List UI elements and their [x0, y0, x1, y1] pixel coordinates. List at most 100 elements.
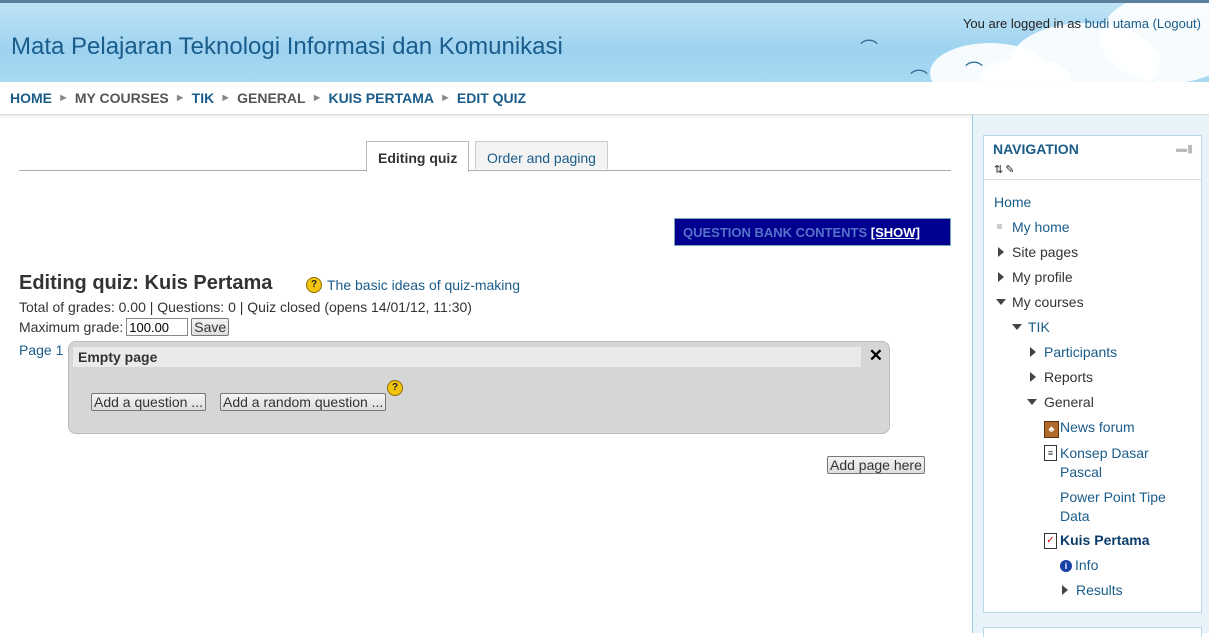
nav-label[interactable]: Participants — [1044, 344, 1117, 360]
question-bank-label: QUESTION BANK CONTENTS — [683, 225, 868, 240]
nav-item-tik[interactable]: TIK — [1028, 319, 1050, 335]
add-question-button[interactable]: Add a question ... — [91, 393, 206, 411]
nav-label[interactable]: Home — [994, 194, 1031, 210]
move-icon[interactable]: ⇅ — [994, 164, 1005, 176]
navigation-block: NAVIGATION ▬▮ ⇅✎ Home My home Site pages… — [983, 135, 1202, 613]
next-block — [983, 627, 1202, 637]
breadcrumb-separator-icon: ► — [220, 92, 232, 104]
nav-item-my-profile[interactable]: My profile — [1012, 269, 1073, 285]
login-info: You are logged in as budi utama (Logout) — [963, 16, 1201, 31]
breadcrumb-tik[interactable]: TIK — [192, 90, 215, 106]
sidebar: NAVIGATION ▬▮ ⇅✎ Home My home Site pages… — [972, 115, 1209, 637]
nav-item-reports[interactable]: Reports — [1044, 369, 1093, 385]
nav-item-news-forum[interactable]: News forum — [1060, 419, 1135, 435]
nav-label[interactable]: Results — [1076, 582, 1123, 598]
nav-label[interactable]: My home — [1012, 219, 1070, 235]
breadcrumb-kuis-pertama[interactable]: KUIS PERTAMA — [328, 90, 434, 106]
breadcrumb: HOME ► MY COURSES ► TIK ► GENERAL ► KUIS… — [0, 82, 1209, 115]
nav-item-participants[interactable]: Participants — [1044, 344, 1117, 360]
nav-label[interactable]: Power Point Tipe — [1060, 489, 1166, 505]
dock-icon[interactable]: ▬▮ — [1176, 142, 1193, 155]
nav-item-my-home[interactable]: My home — [1012, 219, 1070, 235]
nav-label[interactable]: News forum — [1060, 419, 1135, 435]
nav-label[interactable]: Info — [1075, 557, 1098, 573]
tab-label: Editing quiz — [378, 150, 458, 166]
chevron-right-icon[interactable] — [1030, 372, 1036, 382]
max-grade-label: Maximum grade: — [19, 319, 124, 335]
chevron-right-icon[interactable] — [998, 247, 1004, 257]
nav-item-power-point[interactable]: Power Point Tipe Data — [1060, 488, 1166, 526]
breadcrumb-edit-quiz[interactable]: EDIT QUIZ — [457, 90, 526, 106]
edit-icon[interactable]: ✎ — [1005, 164, 1016, 176]
nav-label: General — [1044, 394, 1094, 410]
document-icon: ≡ — [1044, 445, 1057, 461]
nav-label[interactable]: Pascal — [1060, 464, 1102, 480]
nav-item-general[interactable]: General — [1044, 394, 1094, 410]
logout-link[interactable]: (Logout) — [1153, 16, 1201, 31]
breadcrumb-home[interactable]: HOME — [10, 90, 52, 106]
nav-label[interactable]: Kuis Pertama — [1060, 532, 1149, 548]
close-icon[interactable]: ✕ — [869, 346, 883, 366]
block-controls: ⇅✎ — [994, 163, 1016, 176]
add-page-button[interactable]: Add page here — [827, 456, 925, 474]
tab-bar: Editing quiz Order and paging — [19, 139, 951, 172]
breadcrumb-separator-icon: ► — [174, 92, 186, 104]
main-content: Editing quiz Order and paging QUESTION B… — [0, 115, 972, 633]
nav-label[interactable]: TIK — [1028, 319, 1050, 335]
save-button[interactable]: Save — [191, 318, 230, 336]
nav-item-my-courses[interactable]: My courses — [1012, 294, 1084, 310]
breadcrumb-my-courses: MY COURSES — [74, 90, 169, 106]
bird-decoration: ⌒ — [965, 61, 983, 82]
nav-label: My courses — [1012, 294, 1084, 310]
site-title: Mata Pelajaran Teknologi Informasi dan K… — [11, 33, 563, 60]
help-link-text[interactable]: The basic ideas of quiz-making — [327, 277, 520, 293]
chevron-down-icon[interactable] — [1027, 399, 1037, 405]
breadcrumb-general: GENERAL — [237, 90, 306, 106]
user-link[interactable]: budi utama — [1085, 16, 1149, 31]
help-icon[interactable]: ? — [387, 380, 403, 396]
nav-item-site-pages[interactable]: Site pages — [1012, 244, 1078, 260]
question-bank-show-link[interactable]: [SHOW] — [871, 225, 920, 240]
quiz-page-box: Empty page ✕ Add a question ... Add a ra… — [68, 341, 890, 434]
quiz-icon: ✓ — [1044, 533, 1057, 549]
help-link[interactable]: ? The basic ideas of quiz-making — [306, 277, 520, 293]
max-grade-row: Maximum grade: Save — [19, 318, 230, 336]
login-prefix: You are logged in as — [962, 16, 1081, 31]
nav-item-info[interactable]: Info — [1075, 557, 1098, 573]
bird-decoration: ⌒ — [860, 39, 878, 60]
max-grade-input[interactable] — [126, 318, 189, 336]
chevron-down-icon[interactable] — [996, 299, 1006, 305]
nav-label[interactable]: Data — [1060, 508, 1090, 524]
nav-label: Reports — [1044, 369, 1094, 385]
chevron-right-icon[interactable] — [998, 272, 1004, 282]
navigation-title: NAVIGATION — [993, 141, 1079, 157]
info-icon: i — [1060, 560, 1072, 572]
tab-order-and-paging[interactable]: Order and paging — [475, 141, 608, 169]
chevron-right-icon[interactable] — [1030, 347, 1036, 357]
divider — [984, 179, 1201, 180]
breadcrumb-separator-icon: ► — [311, 92, 323, 104]
chevron-right-icon[interactable] — [1062, 585, 1068, 595]
nav-item-home[interactable]: Home — [994, 194, 1031, 210]
breadcrumb-separator-icon: ► — [58, 92, 69, 104]
help-icon[interactable]: ? — [306, 277, 322, 293]
chevron-down-icon[interactable] — [1012, 324, 1022, 330]
forum-icon: ♣ — [1044, 421, 1059, 438]
page-number-label: Page 1 — [19, 342, 64, 358]
bullet-icon — [997, 224, 1002, 229]
quiz-stats: Total of grades: 0.00 | Questions: 0 | Q… — [19, 299, 472, 315]
nav-item-kuis-pertama[interactable]: Kuis Pertama — [1060, 532, 1149, 548]
bird-decoration: ⌒ — [910, 69, 928, 82]
add-random-question-button[interactable]: Add a random question ... — [220, 393, 387, 411]
page-box-title: Empty page — [73, 347, 861, 367]
nav-item-konsep-dasar[interactable]: Konsep Dasar Pascal — [1060, 444, 1149, 482]
nav-item-results[interactable]: Results — [1076, 582, 1123, 598]
nav-label: Site pages — [1012, 244, 1079, 260]
tab-label[interactable]: Order and paging — [487, 150, 596, 166]
nav-label[interactable]: Konsep Dasar — [1060, 445, 1149, 461]
breadcrumb-separator-icon: ► — [439, 92, 451, 104]
site-header: ⌒ ⌒ ⌒ Mata Pelajaran Teknologi Informasi… — [0, 0, 1209, 82]
question-bank-bar: QUESTION BANK CONTENTS [SHOW] — [674, 218, 951, 246]
page-title: Editing quiz: Kuis Pertama — [19, 272, 273, 294]
tab-editing-quiz[interactable]: Editing quiz — [366, 141, 470, 172]
